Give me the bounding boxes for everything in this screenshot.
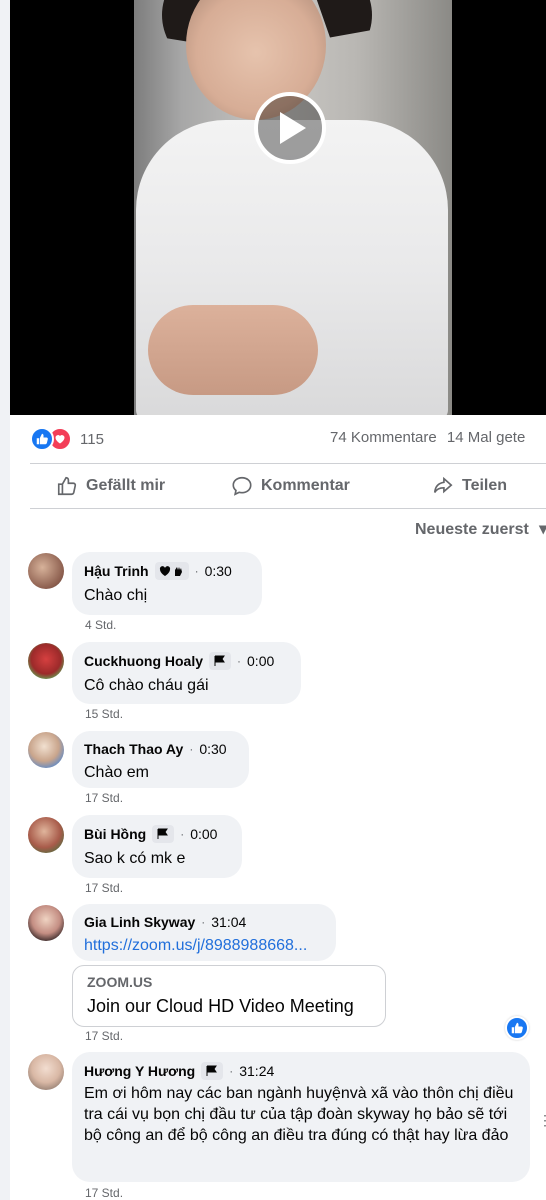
video-frame <box>134 0 452 415</box>
comment-bubble: Hương Y Hương · 31:24 Em ơi hôm nay các … <box>72 1052 530 1182</box>
video-player[interactable] <box>10 0 546 415</box>
commenter-name[interactable]: Gia Linh Skyway <box>84 914 195 930</box>
comment-timestamp[interactable]: 0:30 <box>205 563 232 579</box>
avatar[interactable] <box>28 643 64 679</box>
reaction-count: 115 <box>80 430 104 448</box>
avatar[interactable] <box>28 553 64 589</box>
comment-age[interactable]: 17 Std. <box>85 881 123 895</box>
thumbs-up-icon <box>57 476 77 496</box>
comment-age[interactable]: 17 Std. <box>85 1029 123 1043</box>
comment-timestamp[interactable]: 0:00 <box>247 653 274 669</box>
flag-badge-icon <box>209 652 232 670</box>
comment-age[interactable]: 17 Std. <box>85 791 123 805</box>
comment-text: Chào chị <box>84 587 148 604</box>
link-preview-domain: ZOOM.US <box>87 974 153 990</box>
like-label: Gefällt mir <box>86 477 166 494</box>
avatar[interactable] <box>28 732 64 768</box>
share-icon <box>433 476 453 494</box>
commenter-name[interactable]: Bùi Hồng <box>84 826 146 842</box>
comment-text: Em ơi hôm nay các ban ngành huyệnvà xã v… <box>84 1085 514 1144</box>
comment-label: Kommentar <box>261 477 350 494</box>
comment-timestamp[interactable]: 31:24 <box>239 1063 274 1079</box>
comment-count[interactable]: 74 Kommentare <box>330 429 437 446</box>
flag-badge-icon <box>152 825 175 843</box>
left-rail <box>0 0 10 1200</box>
comment-timestamp[interactable]: 0:30 <box>199 741 226 757</box>
comment-bubble: Gia Linh Skyway · 31:04 https://zoom.us/… <box>72 904 336 961</box>
chevron-down-icon: ▾ <box>539 521 546 538</box>
comment-bubble: Thach Thao Ay · 0:30 Chào em <box>72 731 249 788</box>
view-count: 14 Mal gete <box>446 429 526 446</box>
comment-timestamp[interactable]: 0:00 <box>190 826 217 842</box>
sort-dropdown[interactable]: Neueste zuerst ▾ <box>415 519 546 539</box>
engagement-counts: 74 Kommentare 14 Mal gete <box>330 429 525 446</box>
commenter-name[interactable]: Hậu Trinh <box>84 563 149 579</box>
comment-text: Chào em <box>84 764 149 781</box>
like-icon <box>30 427 54 451</box>
like-reaction-icon[interactable] <box>505 1016 529 1040</box>
comment-text: Sao k có mk e <box>84 850 186 867</box>
reaction-summary[interactable]: 115 <box>30 427 104 451</box>
avatar[interactable] <box>28 1054 64 1090</box>
comment-bubble: Cuckhuong Hoaly · 0:00 Cô chào cháu gái <box>72 642 301 704</box>
heart-hand-badge-icon <box>154 562 189 580</box>
commenter-name[interactable]: Thach Thao Ay <box>84 741 183 757</box>
link-preview-title: Join our Cloud HD Video Meeting <box>87 996 354 1016</box>
divider <box>30 508 546 509</box>
avatar[interactable] <box>28 817 64 853</box>
like-button[interactable]: Gefällt mir <box>56 474 165 498</box>
flag-badge-icon <box>201 1062 224 1080</box>
commenter-name[interactable]: Hương Y Hương <box>84 1063 195 1079</box>
comment-age[interactable]: 15 Std. <box>85 707 123 721</box>
comment-bubble: Hậu Trinh · 0:30 Chào chị <box>72 552 262 615</box>
commenter-name[interactable]: Cuckhuong Hoaly <box>84 653 203 669</box>
link-preview-card[interactable]: ZOOM.US Join our Cloud HD Video Meeting <box>72 965 386 1027</box>
more-options-icon[interactable]: ⋮ <box>538 1112 546 1129</box>
share-label: Teilen <box>462 477 508 494</box>
comment-age[interactable]: 4 Std. <box>85 618 116 632</box>
share-button[interactable]: Teilen <box>432 474 507 498</box>
sort-label: Neueste zuerst <box>415 521 529 538</box>
play-icon[interactable] <box>254 92 326 164</box>
comment-timestamp[interactable]: 31:04 <box>211 914 246 930</box>
comment-icon <box>232 476 252 496</box>
comment-age[interactable]: 17 Std. <box>85 1186 123 1200</box>
comment-link[interactable]: https://zoom.us/j/8988988668... <box>84 935 324 956</box>
comment-button[interactable]: Kommentar <box>231 474 350 498</box>
comment-bubble: Bùi Hồng · 0:00 Sao k có mk e <box>72 815 242 878</box>
comment-text: Cô chào cháu gái <box>84 677 209 694</box>
divider <box>30 463 546 464</box>
avatar[interactable] <box>28 905 64 941</box>
